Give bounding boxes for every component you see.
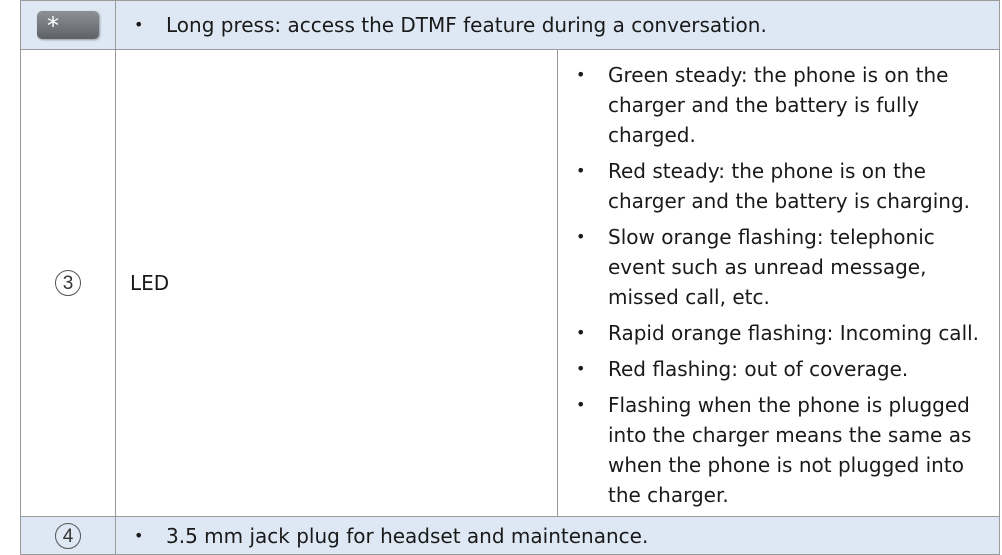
bullet-text: Slow orange flashing: telephonic event s… (608, 225, 935, 309)
bullet-text: Red steady: the phone is on the charger … (608, 159, 971, 213)
list-item: • Red flashing: out of coverage. (558, 354, 999, 384)
star-key-cell: * (20, 0, 116, 50)
key-description-table: * • Long press: access the DTMF feature d… (20, 0, 1000, 555)
item-number-cell: 3 (20, 49, 116, 517)
list-item: • Rapid orange flashing: Incoming call. (558, 318, 999, 348)
list-item: • Red steady: the phone is on the charger… (558, 156, 999, 216)
bullet-text: Flashing when the phone is plugged into … (608, 393, 972, 507)
list-item: • Slow orange flashing: telephonic event … (558, 222, 999, 312)
table-row-star-key: * • Long press: access the DTMF feature d… (20, 0, 1000, 50)
star-key-icon: * (37, 11, 99, 40)
bullet-text: Green steady: the phone is on the charge… (608, 63, 949, 147)
list-item: • 3.5 mm jack plug for headset and mainte… (116, 521, 999, 551)
bullet-text: 3.5 mm jack plug for headset and mainten… (166, 523, 649, 548)
led-label: LED (115, 49, 558, 517)
bullet-icon: • (576, 323, 586, 342)
circled-number-3-icon: 3 (55, 270, 81, 296)
bullet-icon: • (576, 395, 586, 414)
bullet-text: Rapid orange flashing: Incoming call. (608, 321, 980, 345)
table-row-led: 3 LED • Green steady: the phone is on the… (20, 49, 1000, 517)
bullet-icon: • (576, 65, 586, 84)
table-row-jack: 4 • 3.5 mm jack plug for headset and main… (20, 516, 1000, 555)
item-number-cell: 4 (20, 516, 116, 555)
bullet-icon: • (576, 227, 586, 246)
jack-description: • 3.5 mm jack plug for headset and mainte… (115, 516, 1000, 555)
list-item: • Green steady: the phone is on the charg… (558, 60, 999, 150)
bullet-icon: • (576, 359, 586, 378)
bullet-text: Long press: access the DTMF feature duri… (166, 13, 767, 37)
bullet-icon: • (576, 161, 586, 180)
circled-number-4-icon: 4 (55, 522, 81, 549)
list-item: • Flashing when the phone is plugged into… (558, 390, 999, 510)
bullet-icon: • (134, 525, 144, 545)
led-description: • Green steady: the phone is on the charg… (557, 49, 1000, 517)
star-key-description: • Long press: access the DTMF feature dur… (115, 0, 1000, 50)
bullet-icon: • (134, 15, 144, 34)
list-item: • Long press: access the DTMF feature dur… (116, 10, 999, 40)
bullet-text: Red flashing: out of coverage. (608, 357, 909, 381)
